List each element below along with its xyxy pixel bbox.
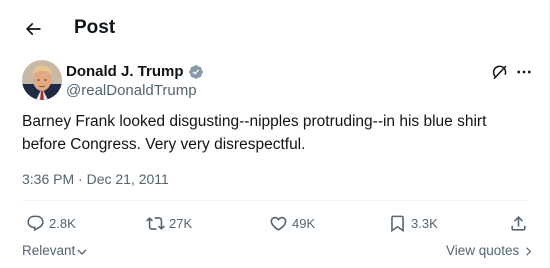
like-button[interactable]: 49K xyxy=(269,211,315,235)
view-quotes-link[interactable]: View quotes xyxy=(446,242,534,260)
more-icon xyxy=(517,70,531,74)
tweet-text-line: Barney Frank looked disgusting--nipples … xyxy=(22,113,487,130)
grok-button[interactable] xyxy=(489,61,511,83)
page-title: Post xyxy=(74,17,116,38)
page-header: Post xyxy=(0,0,549,56)
like-icon xyxy=(270,216,287,231)
more-button[interactable] xyxy=(513,61,535,83)
verified-badge-icon[interactable] xyxy=(188,64,204,80)
divider xyxy=(22,200,528,201)
grok-icon xyxy=(492,65,507,80)
chevron-down-icon xyxy=(77,249,87,255)
tweet-timestamp[interactable]: 3:36 PM · Dec 21, 2011 xyxy=(22,170,169,188)
bookmark-icon xyxy=(391,215,404,232)
repost-icon xyxy=(146,216,165,230)
avatar[interactable] xyxy=(22,60,62,100)
bookmark-button[interactable]: 3.3K xyxy=(388,211,438,235)
author-name[interactable]: Donald J. Trump xyxy=(66,62,184,82)
share-button[interactable] xyxy=(509,211,532,235)
share-icon xyxy=(511,215,526,231)
reply-icon xyxy=(27,215,44,231)
reply-button[interactable]: 2.8K xyxy=(26,211,76,235)
author-handle[interactable]: @realDonaldTrump xyxy=(66,81,197,101)
sort-label: Relevant xyxy=(22,243,76,258)
post-page: Post Donald J. Trump @realDonaldTrump Ba… xyxy=(0,0,550,268)
bookmark-count: 3.3K xyxy=(411,215,438,231)
like-count: 49K xyxy=(292,215,316,231)
repost-count: 27K xyxy=(169,215,193,231)
chevron-right-icon xyxy=(526,246,532,256)
tweet-text-line: before Congress. Very very disrespectful… xyxy=(22,136,306,153)
author-name-row[interactable]: Donald J. Trump xyxy=(66,62,204,82)
back-arrow-icon xyxy=(25,22,41,36)
tweet-text: Barney Frank looked disgusting--nipples … xyxy=(22,110,527,156)
view-quotes-label: View quotes xyxy=(446,243,520,258)
back-button[interactable] xyxy=(16,12,50,46)
repost-button[interactable]: 27K xyxy=(146,211,192,235)
sort-dropdown[interactable]: Relevant xyxy=(22,242,88,260)
reply-count: 2.8K xyxy=(49,215,76,231)
